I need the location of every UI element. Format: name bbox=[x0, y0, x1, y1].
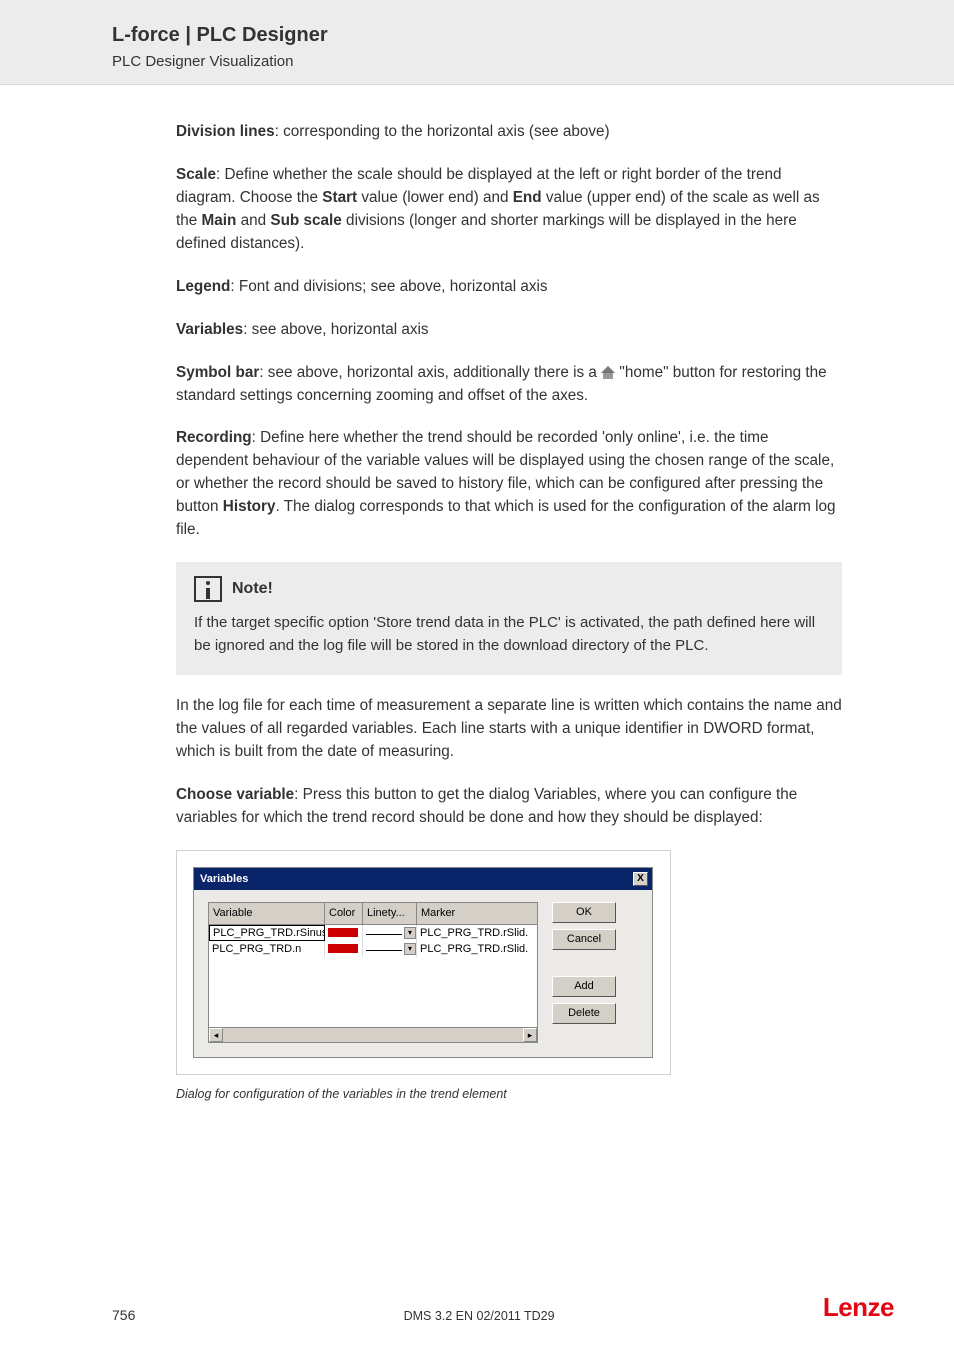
lenze-logo: Lenze bbox=[823, 1292, 894, 1323]
cell-linetype[interactable]: ▾ bbox=[363, 925, 417, 941]
header-band: L-force | PLC Designer PLC Designer Visu… bbox=[0, 0, 954, 85]
ok-button[interactable]: OK bbox=[552, 902, 616, 923]
cell-marker[interactable]: PLC_PRG_TRD.rSlid. bbox=[417, 941, 537, 957]
label-division-lines: Division lines bbox=[176, 123, 275, 140]
cell-linetype[interactable]: ▾ bbox=[363, 941, 417, 957]
para-variables: Variables: see above, horizontal axis bbox=[176, 319, 842, 342]
para-scale: Scale: Define whether the scale should b… bbox=[176, 164, 842, 256]
color-swatch-red bbox=[328, 944, 358, 953]
scroll-right-icon[interactable]: ▸ bbox=[523, 1028, 537, 1042]
chevron-down-icon[interactable]: ▾ bbox=[404, 943, 416, 955]
para-division-lines: Division lines: corresponding to the hor… bbox=[176, 121, 842, 144]
delete-button[interactable]: Delete bbox=[552, 1003, 616, 1024]
label-scale: Scale bbox=[176, 166, 216, 183]
grid-empty-area bbox=[209, 957, 537, 1027]
page-number: 756 bbox=[112, 1307, 135, 1323]
dialog-buttons: OK Cancel Add Delete bbox=[552, 902, 616, 1024]
label-choose-variable: Choose variable bbox=[176, 786, 294, 803]
text-division-lines: : corresponding to the horizontal axis (… bbox=[275, 123, 610, 140]
header-subtitle: PLC Designer Visualization bbox=[112, 53, 894, 70]
variables-grid[interactable]: Variable Color Linety... Marker PLC_PRG_… bbox=[208, 902, 538, 1043]
add-button[interactable]: Add bbox=[552, 976, 616, 997]
chevron-down-icon[interactable]: ▾ bbox=[404, 927, 416, 939]
home-icon bbox=[601, 366, 615, 379]
header-title: L-force | PLC Designer bbox=[112, 24, 894, 47]
label-symbol-bar: Symbol bar bbox=[176, 364, 259, 381]
footer: 756 DMS 3.2 EN 02/2011 TD29 Lenze bbox=[0, 1292, 954, 1351]
col-linetype[interactable]: Linety... bbox=[363, 903, 417, 925]
para-choose-variable: Choose variable: Press this button to ge… bbox=[176, 784, 842, 830]
para-logfile: In the log file for each time of measure… bbox=[176, 695, 842, 764]
figure-caption: Dialog for configuration of the variable… bbox=[176, 1085, 842, 1104]
grid-header: Variable Color Linety... Marker bbox=[209, 903, 537, 925]
table-row[interactable]: PLC_PRG_TRD.rSinus ▾ PLC_PRG_TRD.rSlid. bbox=[209, 925, 537, 941]
para-legend: Legend: Font and divisions; see above, h… bbox=[176, 276, 842, 299]
dialog-screenshot-frame: Variables X Variable Color Linety... Mar… bbox=[176, 850, 671, 1075]
text-legend: : Font and divisions; see above, horizon… bbox=[230, 278, 547, 295]
cancel-button[interactable]: Cancel bbox=[552, 929, 616, 950]
doc-id: DMS 3.2 EN 02/2011 TD29 bbox=[404, 1309, 555, 1323]
scroll-left-icon[interactable]: ◂ bbox=[209, 1028, 223, 1042]
label-variables: Variables bbox=[176, 321, 243, 338]
col-marker[interactable]: Marker bbox=[417, 903, 537, 925]
cell-variable[interactable]: PLC_PRG_TRD.rSinus bbox=[209, 925, 325, 941]
col-color[interactable]: Color bbox=[325, 903, 363, 925]
color-swatch-red bbox=[328, 928, 358, 937]
cell-color[interactable] bbox=[325, 925, 363, 941]
cell-marker[interactable]: PLC_PRG_TRD.rSlid. bbox=[417, 925, 537, 941]
cell-color[interactable] bbox=[325, 941, 363, 957]
label-recording: Recording bbox=[176, 429, 252, 446]
note-box: Note! If the target specific option 'Sto… bbox=[176, 562, 842, 675]
close-icon[interactable]: X bbox=[633, 872, 648, 886]
info-icon bbox=[194, 576, 222, 602]
para-recording: Recording: Define here whether the trend… bbox=[176, 427, 842, 542]
dialog-titlebar[interactable]: Variables X bbox=[194, 868, 652, 891]
note-title: Note! bbox=[232, 577, 273, 601]
variables-dialog: Variables X Variable Color Linety... Mar… bbox=[193, 867, 653, 1058]
horizontal-scrollbar[interactable]: ◂ ▸ bbox=[209, 1027, 537, 1042]
para-symbol-bar: Symbol bar: see above, horizontal axis, … bbox=[176, 362, 842, 408]
cell-variable[interactable]: PLC_PRG_TRD.n bbox=[209, 941, 325, 957]
note-text: If the target specific option 'Store tre… bbox=[194, 612, 824, 657]
content: Division lines: corresponding to the hor… bbox=[0, 85, 954, 1292]
table-row[interactable]: PLC_PRG_TRD.n ▾ PLC_PRG_TRD.rSlid. bbox=[209, 941, 537, 957]
label-legend: Legend bbox=[176, 278, 230, 295]
col-variable[interactable]: Variable bbox=[209, 903, 325, 925]
text-variables: : see above, horizontal axis bbox=[243, 321, 428, 338]
dialog-title: Variables bbox=[200, 871, 248, 888]
